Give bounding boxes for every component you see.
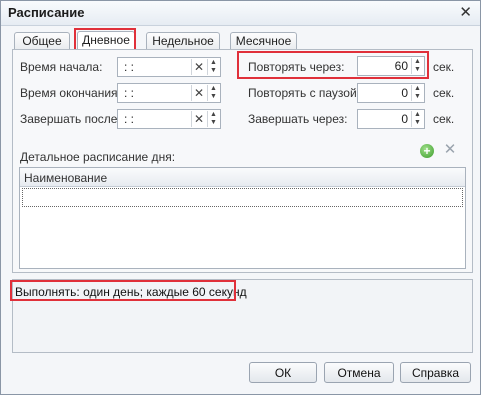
- tab-general-label: Общее: [22, 34, 62, 48]
- help-button[interactable]: Справка: [400, 362, 471, 383]
- finish-through-unit: сек.: [433, 112, 455, 126]
- spin-arrows-icon[interactable]: ▲ ▼: [207, 111, 219, 127]
- detail-schedule-table[interactable]: Наименование: [19, 167, 466, 269]
- finish-through-value: 0: [401, 112, 408, 126]
- tab-monthly-label: Месячное: [235, 34, 292, 48]
- plus-circle-icon[interactable]: +: [420, 144, 434, 158]
- finish-after-value: : :: [124, 112, 135, 126]
- finish-through-field[interactable]: 0 ▲ ▼: [357, 109, 425, 129]
- table-row[interactable]: [22, 188, 463, 207]
- start-time-value: : :: [124, 60, 135, 74]
- window-title: Расписание: [8, 5, 85, 20]
- repeat-every-unit: сек.: [433, 60, 455, 74]
- schedule-window: Расписание ✕ Общее Дневное Недельное Мес…: [0, 0, 481, 395]
- column-header-name[interactable]: Наименование: [24, 171, 107, 185]
- spin-arrows-icon[interactable]: ▲ ▼: [411, 85, 423, 101]
- start-time-field[interactable]: : : ✕ ▲ ▼: [117, 57, 221, 77]
- ok-button[interactable]: ОК: [249, 362, 317, 383]
- title-bar: Расписание ✕: [1, 1, 480, 26]
- cross-icon[interactable]: ✕: [443, 142, 457, 157]
- clear-icon[interactable]: ✕: [191, 111, 206, 127]
- end-time-field[interactable]: : : ✕ ▲ ▼: [117, 83, 221, 103]
- highlight-repeat-every: [237, 51, 429, 79]
- repeat-pause-label: Повторять с паузой:: [248, 86, 361, 100]
- tab-general[interactable]: Общее: [14, 32, 70, 50]
- clear-icon[interactable]: ✕: [191, 59, 206, 75]
- table-header: Наименование: [20, 168, 465, 187]
- repeat-pause-field[interactable]: 0 ▲ ▼: [357, 83, 425, 103]
- end-time-label: Время окончания:: [20, 86, 121, 100]
- tab-weekly-label: Недельное: [152, 34, 214, 48]
- start-time-label: Время начала:: [20, 60, 103, 74]
- finish-after-label: Завершать после:: [20, 112, 121, 126]
- spin-arrows-icon[interactable]: ▲ ▼: [207, 85, 219, 101]
- end-time-value: : :: [124, 86, 135, 100]
- repeat-pause-unit: сек.: [433, 86, 455, 100]
- tab-monthly[interactable]: Месячное: [230, 32, 297, 50]
- finish-through-label: Завершать через:: [248, 112, 348, 126]
- cancel-button[interactable]: Отмена: [324, 362, 394, 383]
- clear-icon[interactable]: ✕: [191, 85, 206, 101]
- finish-after-field[interactable]: : : ✕ ▲ ▼: [117, 109, 221, 129]
- highlight-summary: [10, 280, 236, 301]
- repeat-pause-value: 0: [401, 86, 408, 100]
- detail-schedule-label: Детальное расписание дня:: [20, 150, 176, 164]
- close-icon[interactable]: ✕: [459, 3, 472, 21]
- spin-arrows-icon[interactable]: ▲ ▼: [411, 111, 423, 127]
- spin-arrows-icon[interactable]: ▲ ▼: [207, 59, 219, 75]
- tab-weekly[interactable]: Недельное: [146, 32, 220, 50]
